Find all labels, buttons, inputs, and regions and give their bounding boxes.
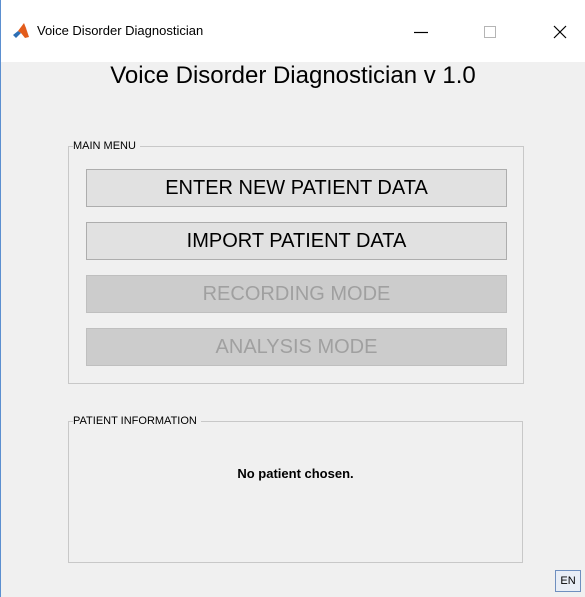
title-bar[interactable]: Voice Disorder Diagnostician (1, 0, 585, 62)
close-icon (553, 25, 567, 39)
main-menu-panel: MAIN MENU ENTER NEW PATIENT DATA IMPORT … (68, 139, 524, 384)
app-heading: Voice Disorder Diagnostician v 1.0 (110, 62, 476, 89)
patient-information-panel: PATIENT INFORMATION No patient chosen. (68, 414, 523, 563)
close-button[interactable] (540, 12, 580, 52)
minimize-icon (414, 31, 428, 34)
language-indicator[interactable]: EN (555, 570, 581, 592)
import-patient-data-button[interactable]: IMPORT PATIENT DATA (86, 222, 507, 260)
matlab-logo-icon (12, 22, 30, 40)
maximize-button[interactable] (470, 12, 510, 52)
analysis-mode-button[interactable]: ANALYSIS MODE (86, 328, 507, 366)
enter-new-patient-data-button[interactable]: ENTER NEW PATIENT DATA (86, 169, 507, 207)
app-window: Voice Disorder Diagnostician Voice Disor… (0, 0, 585, 597)
recording-mode-button[interactable]: RECORDING MODE (86, 275, 507, 313)
main-menu-legend: MAIN MENU (73, 139, 140, 153)
window-title: Voice Disorder Diagnostician (37, 23, 204, 38)
maximize-icon (484, 26, 496, 38)
patient-status-text: No patient chosen. (237, 466, 354, 481)
minimize-button[interactable] (401, 12, 441, 52)
patient-information-legend: PATIENT INFORMATION (73, 414, 201, 428)
